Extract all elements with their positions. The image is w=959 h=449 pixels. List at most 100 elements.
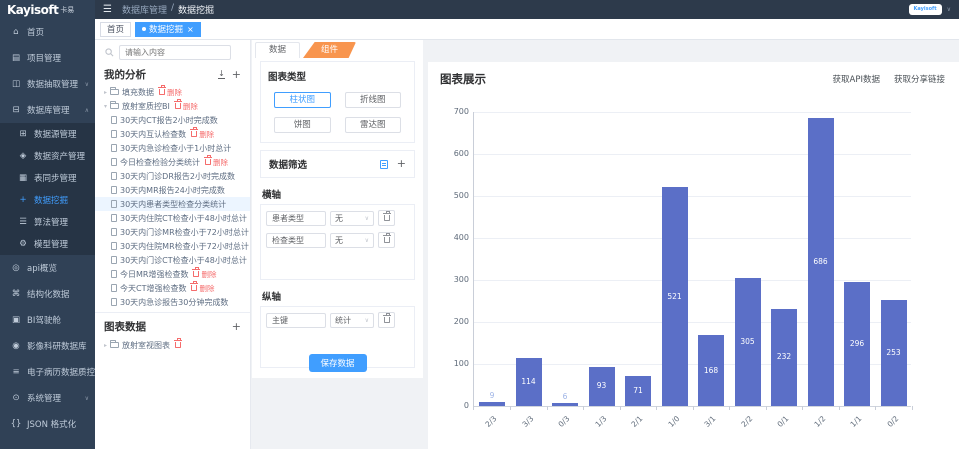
filter-copy-icon[interactable]	[380, 160, 388, 169]
tree-item-label: 30天内住院CT检查小于48小时总计	[120, 213, 247, 224]
view-tab-inactive[interactable]: 首页	[100, 22, 131, 37]
sidebar-item-model-mgmt[interactable]: ⚙模型管理	[0, 233, 95, 255]
sidebar-item-bi-cockpit[interactable]: ▣BI驾驶舱	[0, 307, 95, 333]
sidebar-item-label: 系统管理	[27, 392, 61, 404]
tab-data[interactable]: 数据	[255, 42, 300, 58]
axis-agg-select[interactable]: 无∨	[330, 211, 374, 226]
export-icon[interactable]: ↓	[218, 70, 225, 79]
get-api-data-link[interactable]: 获取API数据	[833, 73, 880, 85]
gridline	[473, 112, 911, 113]
sidebar-nav: ⌂首页▤项目管理◫数据抽取管理∨⊟数据库管理∧⊞数据源管理◈数据资产管理▦表同步…	[0, 19, 95, 437]
delete-row-button[interactable]	[378, 312, 395, 328]
delete-icon-button[interactable]	[175, 342, 181, 348]
view-tab-active[interactable]: 数据挖掘×	[135, 22, 201, 37]
system-icon: ⊙	[10, 393, 22, 403]
delete-link[interactable]: 删除	[205, 157, 228, 168]
axis-field-input[interactable]: 检查类型	[266, 233, 326, 248]
bar[interactable]	[479, 402, 505, 406]
sidebar-item-database-mgmt[interactable]: ⊟数据库管理∧	[0, 97, 95, 123]
add-analysis-button[interactable]: +	[232, 70, 241, 80]
sidebar-item-api-overview[interactable]: ◎api概览	[0, 255, 95, 281]
delete-link[interactable]: 删除	[175, 101, 198, 112]
user-badge[interactable]: Kayisoft	[909, 4, 942, 15]
tree-caret-icon[interactable]: ▸	[101, 89, 110, 96]
x-axis-tick	[912, 406, 913, 410]
tree-item[interactable]: 今天CT增强检查数删除	[95, 281, 250, 295]
delete-row-button[interactable]	[378, 232, 395, 248]
sidebar-item-label: 结构化数据	[27, 288, 70, 300]
tree-item[interactable]: 30天内患者类型检查分类统计	[95, 197, 250, 211]
table-sync-icon: ▦	[17, 173, 29, 183]
config-panel: 数据 组件 图表类型 柱状图折线图饼图雷达图 数据筛选 + 横轴 患者类型无∨检…	[252, 40, 423, 378]
chart-type-option[interactable]: 雷达图	[345, 117, 402, 133]
tree-item[interactable]: 30天内住院CT检查小于48小时总计	[95, 211, 250, 225]
breadcrumb-parent[interactable]: 数据库管理	[122, 3, 167, 16]
add-filter-button[interactable]: +	[397, 159, 406, 169]
tree-item[interactable]: 30天内急诊报告30分钟完成数	[95, 295, 250, 309]
chart-data-item[interactable]: ▸放射室视图表	[95, 338, 250, 352]
tree-item[interactable]: 30天内门诊CT检查小于48小时总计	[95, 253, 250, 267]
sidebar-item-system-mgmt[interactable]: ⊙系统管理∨	[0, 385, 95, 411]
sidebar-item-label: 数据抽取管理	[27, 78, 78, 90]
chevron-down-icon[interactable]: ∨	[947, 6, 951, 13]
sidebar-item-datasource-mgmt[interactable]: ⊞数据源管理	[0, 123, 95, 145]
tree-item[interactable]: ▸填充数据删除	[95, 85, 250, 99]
delete-link[interactable]: 删除	[191, 283, 214, 294]
x-axis-tick	[875, 406, 876, 410]
x-category-label: 0/2	[868, 414, 900, 446]
get-share-link[interactable]: 获取分享链接	[894, 73, 945, 85]
tab-component[interactable]: 组件	[303, 42, 356, 58]
delete-row-button[interactable]	[378, 210, 395, 226]
tree-item[interactable]: 30天内住院MR检查小于72小时总计	[95, 239, 250, 253]
sidebar-item-home[interactable]: ⌂首页	[0, 19, 95, 45]
sidebar-item-label: 电子病历数据质控	[27, 366, 95, 378]
delete-link[interactable]: 删除	[193, 269, 216, 280]
sidebar-item-project-mgmt[interactable]: ▤项目管理	[0, 45, 95, 71]
sidebar-item-imaging-research-db[interactable]: ◉影像科研数据库	[0, 333, 95, 359]
tree-item[interactable]: 30天内CT报告2小时完成数	[95, 113, 250, 127]
axis-field-input[interactable]: 主键	[266, 313, 326, 328]
sidebar-item-structured-data[interactable]: ⌘结构化数据	[0, 281, 95, 307]
chart-type-selected[interactable]: 柱状图	[274, 92, 331, 108]
tree-item[interactable]: 今日MR增强检查数删除	[95, 267, 250, 281]
tree-item[interactable]: 30天内门诊MR检查小于72小时总计	[95, 225, 250, 239]
sidebar-item-table-sync-mgmt[interactable]: ▦表同步管理	[0, 167, 95, 189]
tree-item[interactable]: ▾放射室质控BI删除	[95, 99, 250, 113]
axis-field-input[interactable]: 患者类型	[266, 211, 326, 226]
bar[interactable]	[552, 403, 578, 406]
search-icon	[105, 48, 114, 57]
app-root: Kayisoft 卡易 ⌂首页▤项目管理◫数据抽取管理∨⊟数据库管理∧⊞数据源管…	[0, 0, 959, 449]
x-axis-tick	[583, 406, 584, 410]
chart-type-option[interactable]: 折线图	[345, 92, 402, 108]
sidebar-item-emr-quality[interactable]: ≡ 电子病历数据质控	[0, 359, 95, 385]
y-axis-title: 纵轴	[262, 289, 413, 303]
sidebar-item-data-asset-mgmt[interactable]: ◈数据资产管理	[0, 145, 95, 167]
trash-icon	[193, 271, 199, 277]
emr-icon: ≡	[10, 367, 22, 377]
tree-item-label: 30天内门诊MR检查小于72小时总计	[120, 227, 249, 238]
axis-agg-select[interactable]: 无∨	[330, 233, 374, 248]
hamburger-icon[interactable]: ☰	[103, 4, 112, 15]
close-icon[interactable]: ×	[187, 25, 194, 34]
chart-type-option[interactable]: 饼图	[274, 117, 331, 133]
tree-item[interactable]: 30天内门诊DR报告2小时完成数	[95, 169, 250, 183]
sidebar-item-algorithm-mgmt[interactable]: ☰算法管理	[0, 211, 95, 233]
tree-item[interactable]: 30天内互认检查数删除	[95, 127, 250, 141]
tree-caret-icon[interactable]: ▾	[101, 103, 110, 110]
add-chart-button[interactable]: +	[232, 322, 241, 332]
tree-item[interactable]: 30天内急诊检查小于1小时总计	[95, 141, 250, 155]
mining-icon: +	[17, 195, 29, 205]
tree-caret-icon[interactable]: ▸	[101, 342, 110, 349]
delete-link[interactable]: 删除	[191, 129, 214, 140]
chevron-down-icon: ∨	[365, 317, 369, 324]
delete-link[interactable]: 删除	[159, 87, 182, 98]
sidebar-item-data-extract-mgmt[interactable]: ◫数据抽取管理∨	[0, 71, 95, 97]
tree-item[interactable]: 今日检查检验分类统计删除	[95, 155, 250, 169]
save-data-button[interactable]: 保存数据	[309, 354, 367, 372]
axis-agg-select[interactable]: 统计∨	[330, 313, 374, 328]
sidebar-item-json-format[interactable]: {}JSON 格式化	[0, 411, 95, 437]
search-input[interactable]	[119, 45, 231, 60]
sidebar-item-label: 数据挖掘	[34, 194, 68, 206]
tree-item[interactable]: 30天内MR报告24小时完成数	[95, 183, 250, 197]
sidebar-item-data-mining[interactable]: + 数据挖掘	[0, 189, 95, 211]
